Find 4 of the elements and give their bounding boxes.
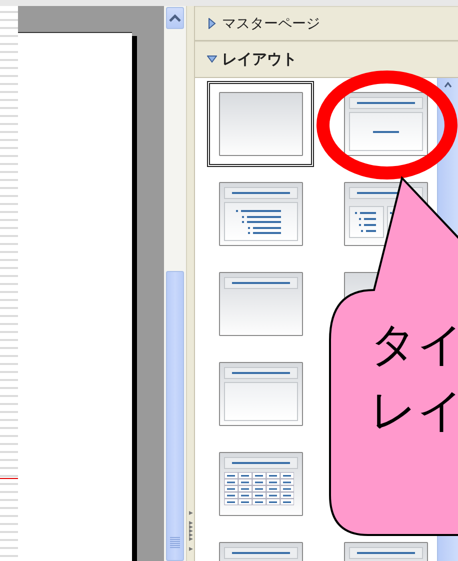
callout-text: タイ xyxy=(370,318,458,370)
panel-section-header[interactable]: マスターページ xyxy=(195,6,458,41)
callout-text: レイ xyxy=(370,384,458,436)
panel-section-header[interactable]: レイアウト xyxy=(195,41,458,78)
